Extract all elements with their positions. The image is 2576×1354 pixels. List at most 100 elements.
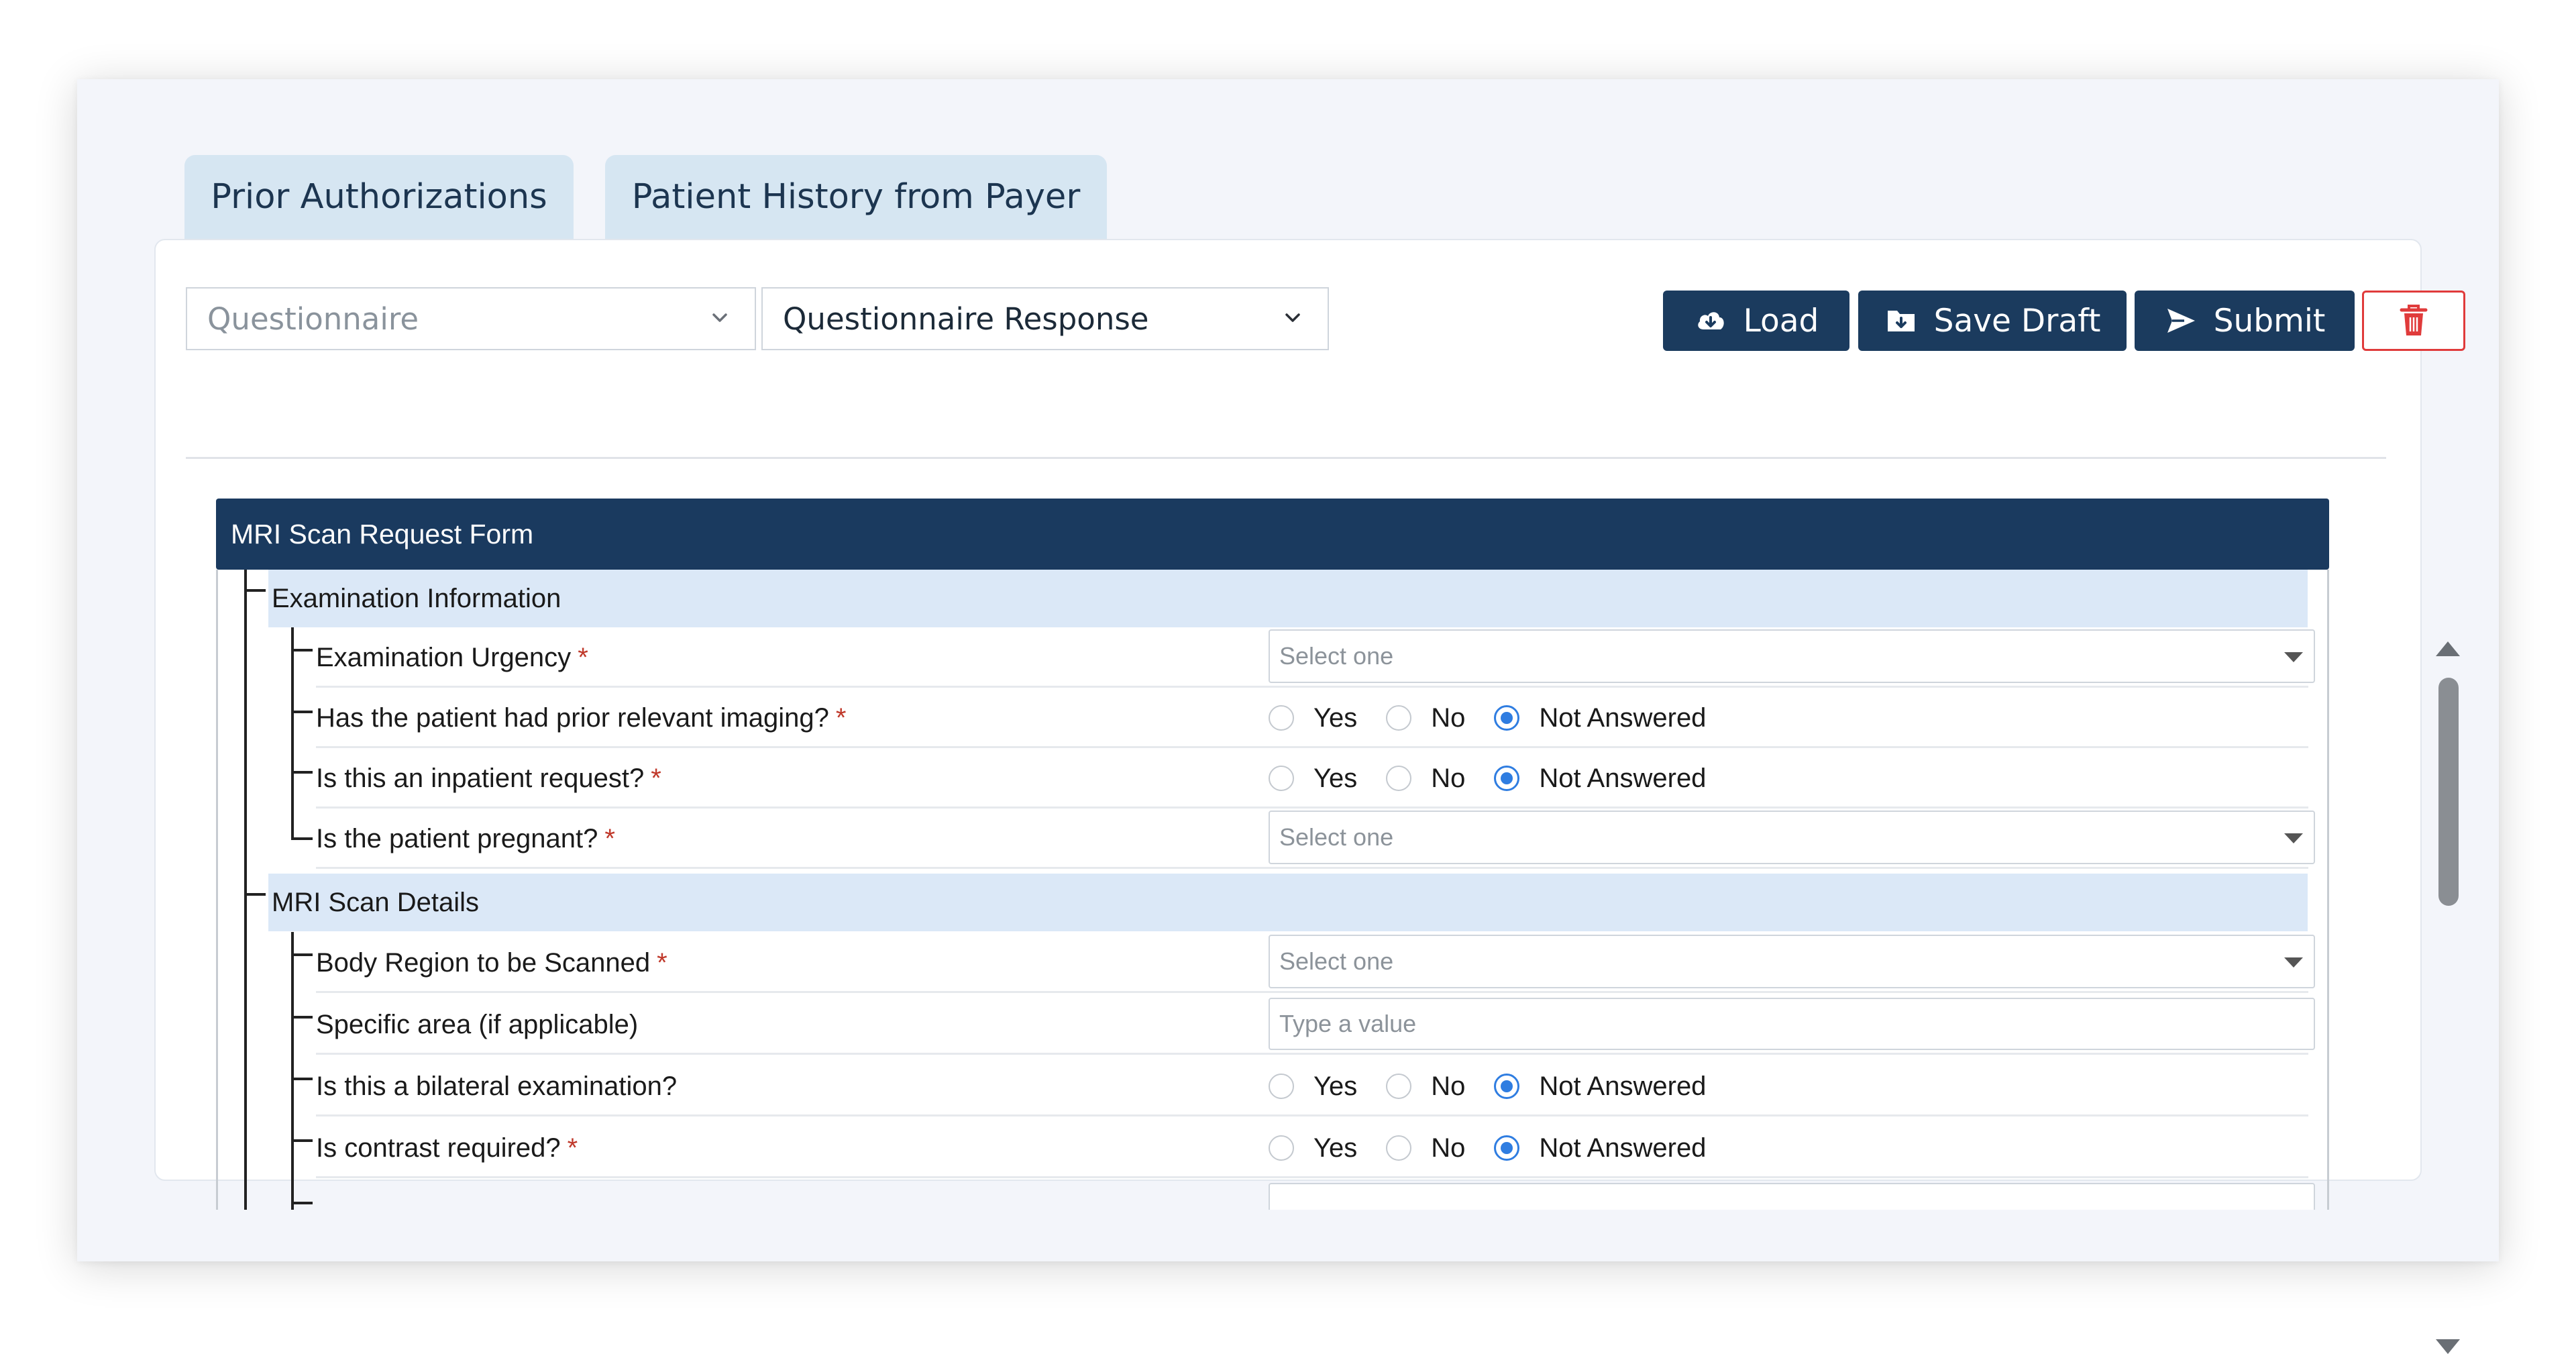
radio-not-answered-label: Not Answered <box>1539 1071 1707 1101</box>
radio-no-label: No <box>1431 1071 1466 1101</box>
required-marker: * <box>835 702 847 733</box>
tree-line <box>244 893 266 896</box>
load-button[interactable]: Load <box>1663 291 1849 351</box>
contrast-radio-group: Yes No Not Answered <box>1269 1118 1706 1178</box>
question-bilateral: Is this a bilateral examination? Yes No … <box>316 1056 2308 1116</box>
radio-no[interactable] <box>1386 1135 1412 1161</box>
caret-down-icon <box>2284 652 2303 662</box>
radio-yes-label: Yes <box>1313 763 1358 793</box>
tree-line <box>291 932 294 1210</box>
radio-no-label: No <box>1431 763 1466 793</box>
radio-not-answered[interactable] <box>1494 1074 1520 1099</box>
save-draft-button[interactable]: Save Draft <box>1858 291 2127 351</box>
question-prior-imaging: Has the patient had prior relevant imagi… <box>316 688 2308 748</box>
question-patient-pregnant: Is the patient pregnant? * Select one <box>316 809 2315 869</box>
tree-line <box>291 627 294 840</box>
scroll-up-arrow-icon[interactable] <box>2436 641 2460 656</box>
tree-line <box>291 1078 313 1080</box>
tab-prior-authorizations[interactable]: Prior Authorizations <box>184 155 574 239</box>
question-label: Is contrast required? * <box>316 1133 578 1163</box>
tab-patient-history[interactable]: Patient History from Payer <box>605 155 1107 239</box>
delete-button[interactable] <box>2362 291 2465 351</box>
radio-no[interactable] <box>1386 705 1412 731</box>
folder-save-icon <box>1887 311 1915 331</box>
radio-no[interactable] <box>1386 766 1412 791</box>
radio-not-answered[interactable] <box>1494 1135 1520 1161</box>
question-label: Specific area (if applicable) <box>316 1009 639 1039</box>
radio-yes[interactable] <box>1269 766 1294 791</box>
toolbar-divider <box>186 457 2386 459</box>
main-card: Questionnaire Questionnaire Response Loa… <box>154 239 2465 1354</box>
question-cut-off <box>316 1180 2315 1210</box>
tree-line <box>291 1016 313 1019</box>
app-frame: Prior Authorizations Patient History fro… <box>77 79 2499 1354</box>
inpatient-radio-group: Yes No Not Answered <box>1269 748 1706 809</box>
tree-line <box>291 953 313 956</box>
load-button-label: Load <box>1743 302 1819 340</box>
examination-urgency-select[interactable]: Select one <box>1269 629 2315 683</box>
send-icon <box>2167 309 2195 333</box>
question-specific-area: Specific area (if applicable) Type a val… <box>316 994 2315 1055</box>
tree-line <box>291 649 313 652</box>
tree-line <box>291 837 313 840</box>
questionnaire-response-select-value: Questionnaire Response <box>783 301 1149 337</box>
questionnaire-form: MRI Scan Request Form Examination Inform… <box>216 499 2329 1210</box>
radio-yes[interactable] <box>1269 1074 1294 1099</box>
question-label: Is the patient pregnant? * <box>316 823 615 853</box>
required-marker: * <box>604 823 615 853</box>
radio-no-label: No <box>1431 1133 1466 1163</box>
question-label: Is this a bilateral examination? <box>316 1071 678 1101</box>
questionnaire-select-value: Questionnaire <box>207 301 419 337</box>
body-region-select[interactable]: Select one <box>1269 935 2315 988</box>
tree-line <box>291 771 313 774</box>
radio-yes[interactable] <box>1269 1135 1294 1161</box>
question-label: Is this an inpatient request? * <box>316 763 661 793</box>
partial-input[interactable] <box>1269 1183 2315 1210</box>
section-examination-information: Examination Information <box>268 570 2308 627</box>
radio-not-answered-label: Not Answered <box>1539 1133 1707 1163</box>
select-placeholder: Select one <box>1279 947 1394 975</box>
radio-no[interactable] <box>1386 1074 1412 1099</box>
chevron-down-icon <box>712 313 727 322</box>
prior-imaging-radio-group: Yes No Not Answered <box>1269 688 1706 748</box>
radio-yes-label: Yes <box>1313 702 1358 733</box>
required-marker: * <box>578 642 588 672</box>
question-examination-urgency: Examination Urgency * Select one <box>316 627 2315 688</box>
radio-yes-label: Yes <box>1313 1071 1358 1101</box>
questionnaire-response-select[interactable]: Questionnaire Response <box>761 287 1329 350</box>
questionnaire-select[interactable]: Questionnaire <box>186 287 756 350</box>
question-label: Body Region to be Scanned * <box>316 947 667 978</box>
radio-not-answered[interactable] <box>1494 705 1520 731</box>
select-placeholder: Select one <box>1279 642 1394 670</box>
radio-not-answered-label: Not Answered <box>1539 702 1707 733</box>
submit-button[interactable]: Submit <box>2135 291 2355 351</box>
question-body-region: Body Region to be Scanned * Select one <box>316 933 2315 993</box>
tree-line <box>291 711 313 713</box>
required-marker: * <box>657 947 667 978</box>
bilateral-radio-group: Yes No Not Answered <box>1269 1056 1706 1116</box>
radio-yes-label: Yes <box>1313 1133 1358 1163</box>
required-marker: * <box>567 1133 578 1163</box>
submit-button-label: Submit <box>2213 302 2326 340</box>
form-body: Examination Information Examination Urge… <box>216 570 2329 1210</box>
chevron-down-icon <box>1285 313 1300 322</box>
radio-not-answered-label: Not Answered <box>1539 763 1707 793</box>
required-marker: * <box>651 763 661 793</box>
cloud-download-icon <box>1697 312 1724 329</box>
specific-area-input[interactable]: Type a value <box>1269 998 2315 1050</box>
save-draft-button-label: Save Draft <box>1933 302 2101 340</box>
radio-yes[interactable] <box>1269 705 1294 731</box>
patient-pregnant-select[interactable]: Select one <box>1269 811 2315 864</box>
question-inpatient-request: Is this an inpatient request? * Yes No No… <box>316 748 2308 809</box>
scrollbar-thumb[interactable] <box>2438 678 2459 906</box>
radio-no-label: No <box>1431 702 1466 733</box>
question-label: Has the patient had prior relevant imagi… <box>316 702 847 733</box>
radio-not-answered[interactable] <box>1494 766 1520 791</box>
scroll-down-arrow-icon[interactable] <box>2436 1339 2460 1354</box>
question-contrast: Is contrast required? * Yes No Not Answer… <box>316 1118 2308 1178</box>
input-placeholder: Type a value <box>1279 1010 1417 1037</box>
caret-down-icon <box>2284 957 2303 968</box>
select-placeholder: Select one <box>1279 823 1394 851</box>
tree-line <box>244 589 266 592</box>
section-mri-scan-details: MRI Scan Details <box>268 874 2308 931</box>
